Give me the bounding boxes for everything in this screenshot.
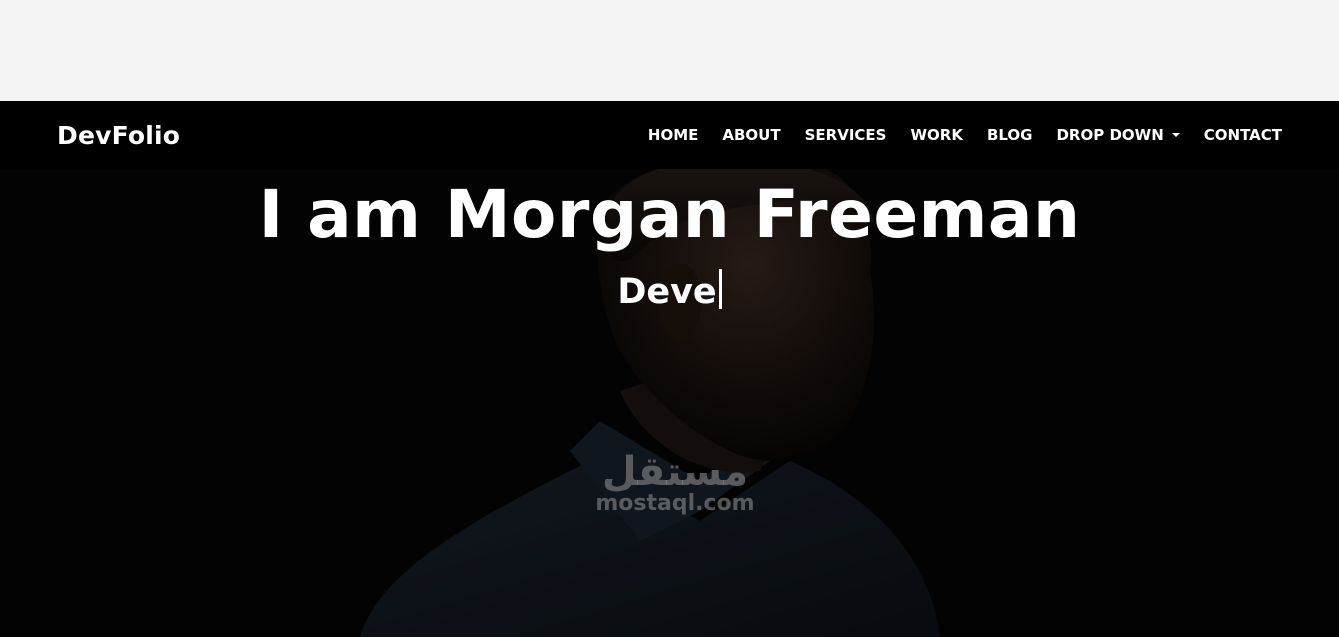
nav-about[interactable]: ABOUT (722, 126, 780, 144)
main-navbar: DevFolio HOME ABOUT SERVICES WORK BLOG D… (0, 101, 1339, 169)
nav-services[interactable]: SERVICES (805, 126, 887, 144)
nav-work[interactable]: WORK (910, 126, 962, 144)
mostaql-logo-icon: مستقل (602, 449, 748, 495)
nav-menu: HOME ABOUT SERVICES WORK BLOG DROP DOWN … (624, 126, 1282, 144)
typing-cursor (718, 269, 722, 309)
nav-blog[interactable]: BLOG (987, 126, 1033, 144)
nav-dropdown-label: DROP DOWN (1056, 126, 1164, 144)
page-top-background (0, 0, 1339, 101)
hero-title: I am Morgan Freeman (258, 176, 1081, 253)
hero-typed-subtitle: Deve (0, 269, 1339, 312)
nav-home[interactable]: HOME (648, 126, 698, 144)
nav-contact[interactable]: CONTACT (1204, 126, 1282, 144)
brand-logo[interactable]: DevFolio (57, 121, 180, 150)
watermark-text: mostaql.com (595, 491, 755, 516)
svg-text:مستقل: مستقل (602, 449, 748, 495)
typed-text: Deve (617, 272, 717, 312)
caret-down-icon (1171, 133, 1180, 137)
watermark: مستقل mostaql.com (585, 447, 765, 516)
nav-dropdown[interactable]: DROP DOWN (1056, 126, 1180, 144)
